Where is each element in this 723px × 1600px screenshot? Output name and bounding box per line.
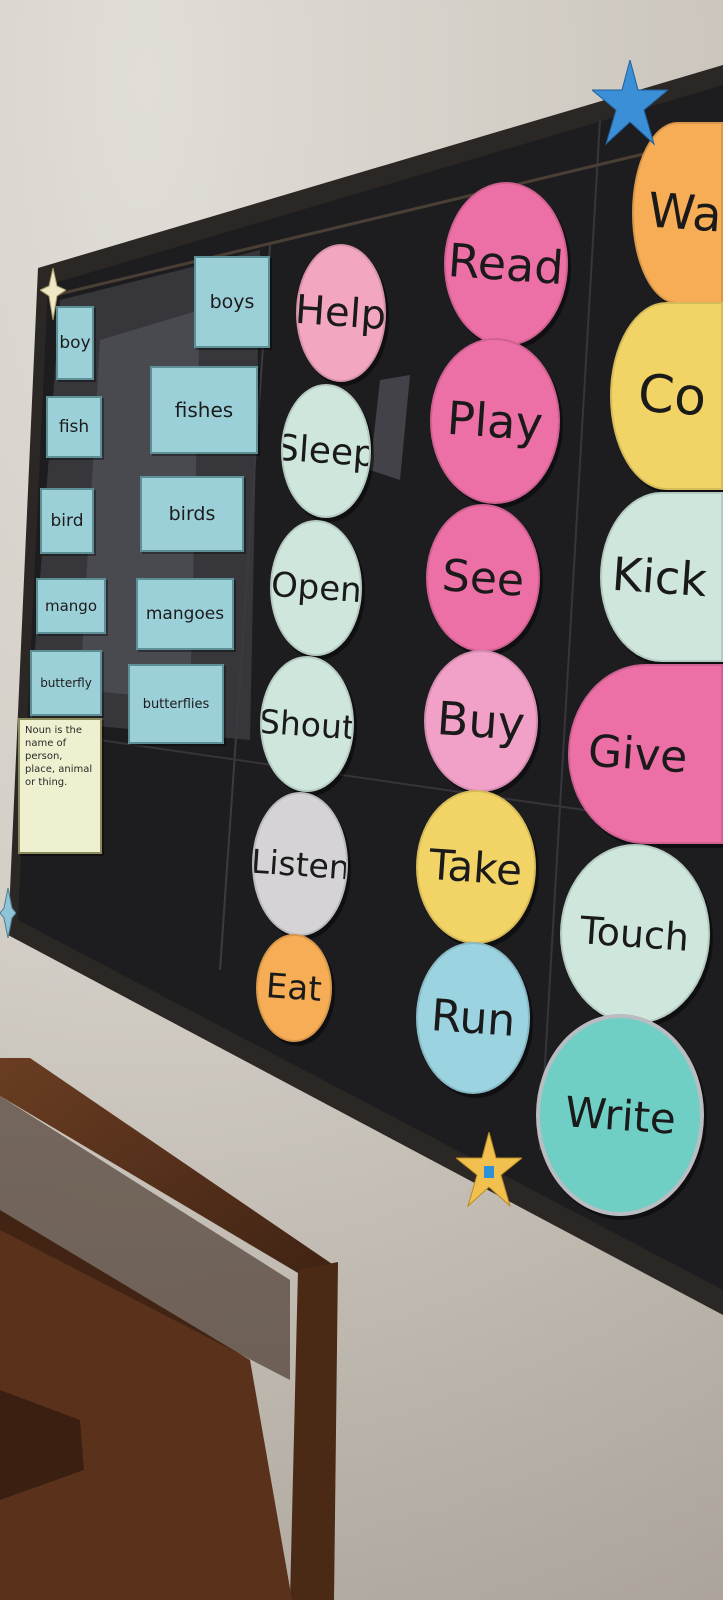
classroom-scene: boy fish bird mango butterfly boys fishe… [0, 0, 723, 1600]
wooden-bench [0, 1058, 338, 1600]
bench-post [290, 1262, 338, 1600]
